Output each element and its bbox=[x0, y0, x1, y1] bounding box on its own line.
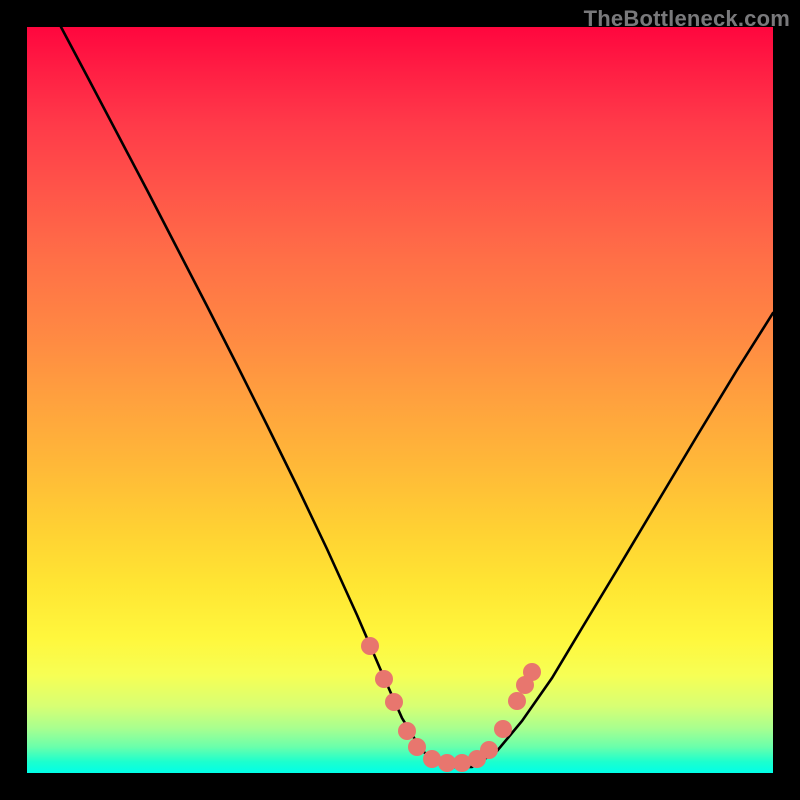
marker-dot bbox=[375, 670, 393, 688]
marker-dot bbox=[480, 741, 498, 759]
chart-frame: TheBottleneck.com bbox=[0, 0, 800, 800]
attribution-text: TheBottleneck.com bbox=[584, 6, 790, 32]
marker-dot bbox=[398, 722, 416, 740]
marker-dot bbox=[361, 637, 379, 655]
marker-dot bbox=[494, 720, 512, 738]
curve-svg bbox=[27, 27, 773, 773]
highlight-dots bbox=[361, 637, 541, 772]
marker-dot bbox=[408, 738, 426, 756]
bottleneck-curve bbox=[61, 27, 773, 767]
marker-dot bbox=[523, 663, 541, 681]
marker-dot bbox=[508, 692, 526, 710]
marker-dot bbox=[385, 693, 403, 711]
plot-area bbox=[27, 27, 773, 773]
